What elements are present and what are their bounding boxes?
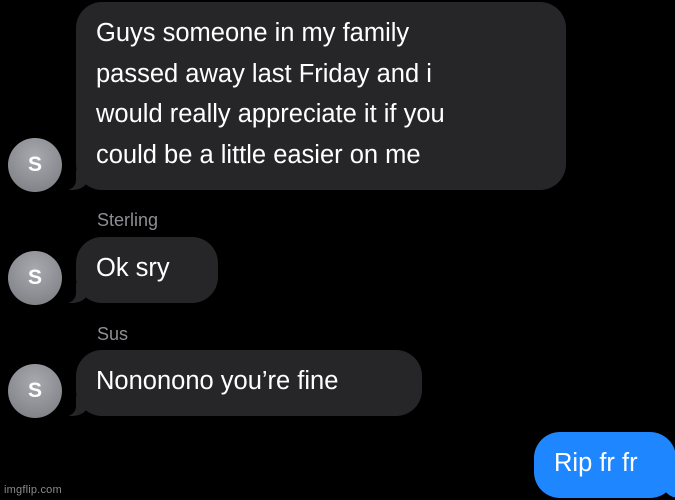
- message-text-line: could be a little easier on me: [96, 140, 421, 169]
- message-text-line: Ok sry: [96, 254, 170, 282]
- message-text-line: passed away last Friday and i: [96, 59, 432, 88]
- avatar[interactable]: S: [8, 364, 62, 418]
- watermark: imgflip.com: [4, 484, 62, 496]
- message-text-line: would really appreciate it if you: [96, 100, 445, 128]
- message-text-line: Guys someone in my family: [96, 19, 410, 47]
- message-bubble[interactable]: Nononono you’re fine: [66, 350, 422, 416]
- message-text-line: Rip fr fr: [554, 449, 638, 477]
- message-bubble[interactable]: Guys someone in my family passed away la…: [66, 2, 566, 190]
- sender-name: Sterling: [97, 210, 159, 230]
- sender-name: Sus: [97, 324, 129, 344]
- avatar-initial: S: [27, 379, 42, 402]
- avatar-initial: S: [27, 153, 42, 176]
- avatar-initial: S: [27, 266, 42, 289]
- avatar[interactable]: S: [8, 138, 62, 192]
- message-thread: S Guys someone in my family passed away …: [0, 0, 675, 500]
- message-bubble[interactable]: Ok sry: [66, 237, 218, 303]
- avatar[interactable]: S: [8, 251, 62, 305]
- message-text-line: Nononono you’re fine: [96, 367, 339, 395]
- sent-message-bubble[interactable]: Rip fr fr: [534, 432, 675, 498]
